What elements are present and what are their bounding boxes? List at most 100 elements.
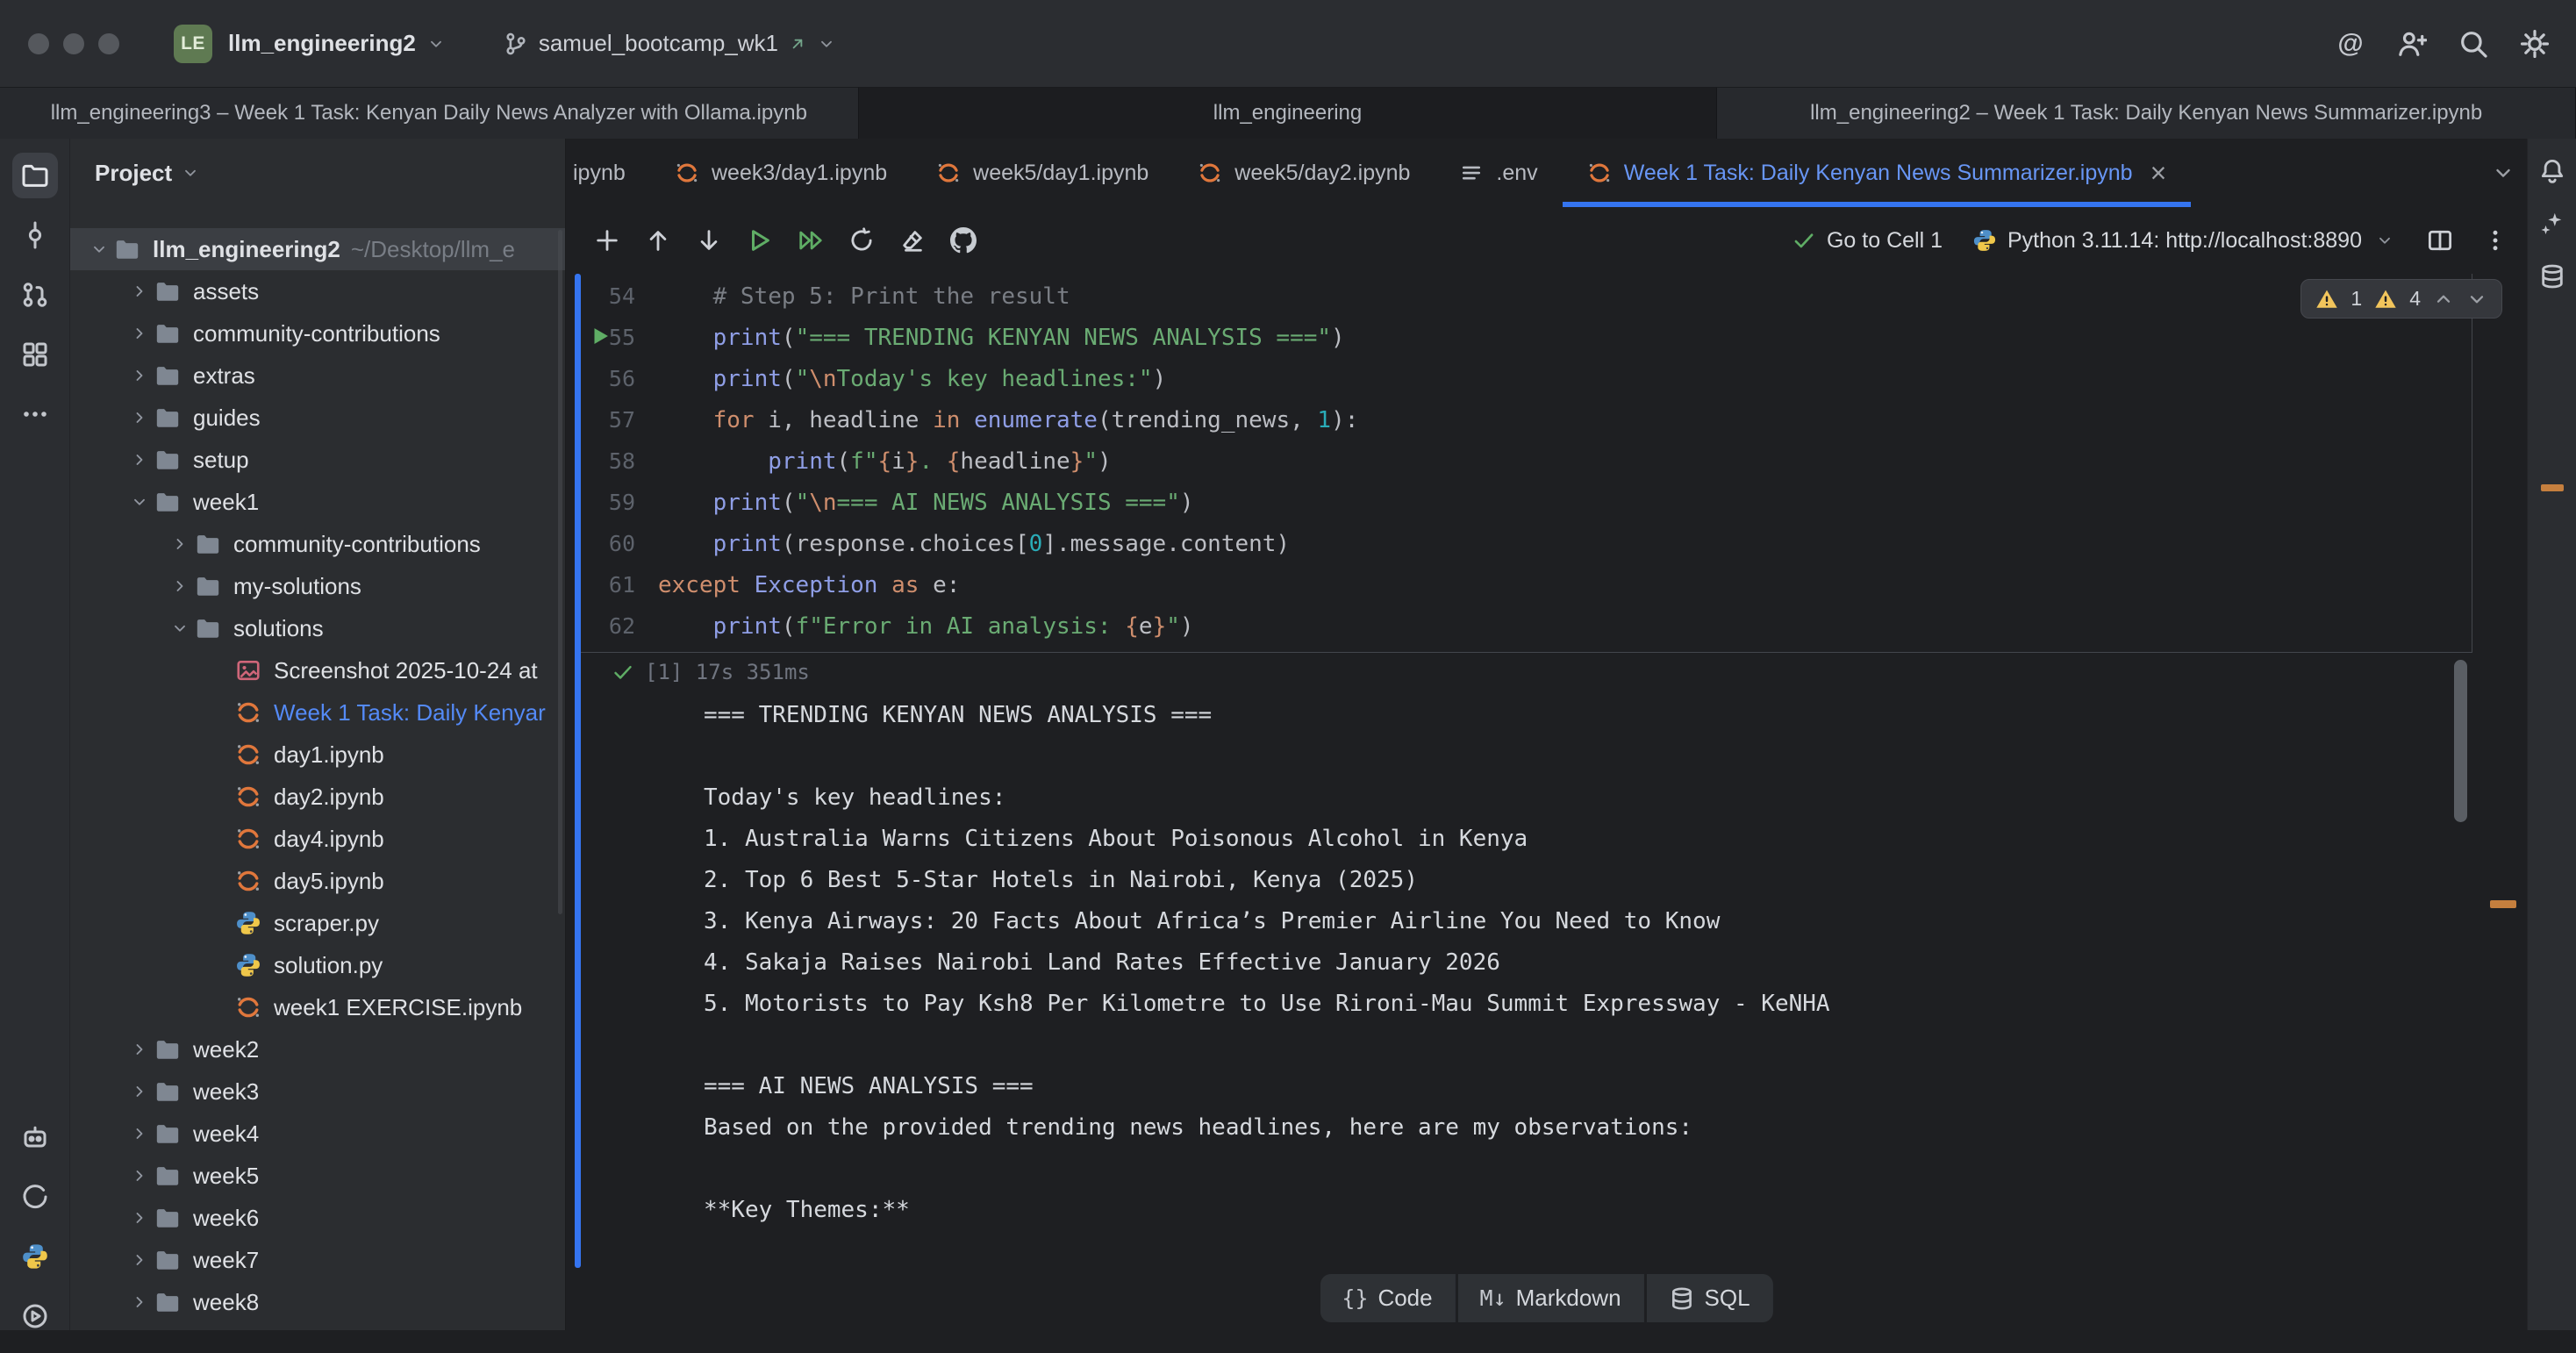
chevron-collapsed-icon[interactable]	[165, 534, 195, 554]
cell-type-sql-button[interactable]: SQL	[1647, 1274, 1773, 1322]
chevron-collapsed-icon[interactable]	[125, 408, 154, 427]
zoom-window-button[interactable]	[98, 33, 119, 54]
tab-list-chevron-icon[interactable]	[2492, 161, 2515, 184]
tree-item[interactable]: guides	[70, 397, 565, 439]
code-cell-editor[interactable]: 54 # Step 5: Print the result 55 print("…	[581, 276, 2471, 647]
project-panel-header[interactable]: Project	[70, 139, 565, 207]
tree-item[interactable]: week1	[70, 481, 565, 523]
interpreter-selector[interactable]: Python 3.11.14: http://localhost:8890	[1972, 228, 2397, 254]
window-tab[interactable]: llm_engineering	[859, 88, 1718, 139]
move-cell-up-button[interactable]	[636, 218, 680, 262]
tool-stripe-more-tools[interactable]	[12, 391, 58, 437]
tool-stripe-commit[interactable]	[12, 212, 58, 258]
more-options-icon[interactable]	[2483, 228, 2508, 253]
code-line[interactable]: 59 print("\n=== AI NEWS ANALYSIS ===")	[581, 482, 2471, 523]
tree-item[interactable]: day2.ipynb	[70, 776, 565, 818]
chevron-collapsed-icon[interactable]	[125, 1166, 154, 1185]
tree-item[interactable]: week8	[70, 1281, 565, 1323]
settings-gear-icon[interactable]	[2520, 29, 2550, 59]
editor-tab[interactable]: .env	[1435, 139, 1562, 207]
github-button[interactable]	[941, 218, 985, 262]
window-tab[interactable]: llm_engineering3 – Week 1 Task: Kenyan D…	[0, 88, 859, 139]
tool-stripe-learn[interactable]	[12, 1174, 58, 1220]
tree-item[interactable]: week7	[70, 1239, 565, 1281]
tool-stripe-services[interactable]	[12, 1293, 58, 1339]
tree-item[interactable]: solutions	[70, 607, 565, 649]
project-tree-scrollbar[interactable]	[558, 230, 562, 914]
chevron-collapsed-icon[interactable]	[125, 366, 154, 385]
tree-item[interactable]: week6	[70, 1197, 565, 1239]
chevron-collapsed-icon[interactable]	[125, 1250, 154, 1270]
chevron-expanded-icon[interactable]	[84, 240, 114, 259]
chevron-collapsed-icon[interactable]	[125, 282, 154, 301]
chevron-collapsed-icon[interactable]	[165, 576, 195, 596]
editor-tab[interactable]: week5/day2.ipynb	[1173, 139, 1435, 207]
chevron-collapsed-icon[interactable]	[125, 324, 154, 343]
tool-stripe-database[interactable]	[2532, 256, 2572, 297]
project-switcher[interactable]: llm_engineering2	[228, 30, 446, 57]
run-cell-button[interactable]	[738, 218, 782, 262]
tree-item[interactable]: week1 EXERCISE.ipynb	[70, 986, 565, 1028]
code-line[interactable]: 61 except Exception as e:	[581, 564, 2471, 605]
tree-item[interactable]: assets	[70, 270, 565, 312]
split-editor-icon[interactable]	[2427, 227, 2453, 254]
code-line[interactable]: 54 # Step 5: Print the result	[581, 276, 2471, 317]
tree-item[interactable]: week5	[70, 1155, 565, 1197]
editor-tab[interactable]: ipynb	[566, 139, 650, 207]
editor-tab[interactable]: Week 1 Task: Daily Kenyan News Summarize…	[1563, 139, 2192, 207]
cell-type-code-button[interactable]: {}Code	[1320, 1274, 1455, 1322]
chevron-collapsed-icon[interactable]	[125, 1040, 154, 1059]
code-line[interactable]: 55 print("=== TRENDING KENYAN NEWS ANALY…	[581, 317, 2471, 358]
close-window-button[interactable]	[28, 33, 49, 54]
chevron-collapsed-icon[interactable]	[125, 450, 154, 469]
tool-stripe-ai-assistant[interactable]	[12, 1114, 58, 1160]
tree-item[interactable]	[70, 1323, 565, 1330]
tree-item[interactable]: week3	[70, 1070, 565, 1113]
editor-tab[interactable]: week3/day1.ipynb	[650, 139, 912, 207]
run-all-cells-button[interactable]	[789, 218, 833, 262]
tree-item[interactable]: day5.ipynb	[70, 860, 565, 902]
tree-item[interactable]: my-solutions	[70, 565, 565, 607]
next-problem-icon[interactable]	[2466, 289, 2487, 310]
mention-icon[interactable]: @	[2336, 29, 2365, 59]
tree-item[interactable]: day1.ipynb	[70, 734, 565, 776]
tree-item[interactable]: solution.py	[70, 944, 565, 986]
code-line[interactable]: 58 print(f"{i}. {headline}")	[581, 440, 2471, 482]
code-line[interactable]: 56 print("\nToday's key headlines:")	[581, 358, 2471, 399]
tree-item[interactable]: community-contributions	[70, 523, 565, 565]
tool-stripe-ai-chat[interactable]	[2532, 204, 2572, 244]
tool-stripe-python-packages[interactable]	[12, 1234, 58, 1279]
code-line[interactable]: 60 print(response.choices[0].message.con…	[581, 523, 2471, 564]
inspections-widget[interactable]: 1 4	[2301, 279, 2502, 319]
previous-problem-icon[interactable]	[2433, 289, 2454, 310]
close-tab-icon[interactable]: ×	[2150, 159, 2167, 187]
chevron-collapsed-icon[interactable]	[125, 1208, 154, 1228]
restart-kernel-button[interactable]	[840, 218, 884, 262]
code-line[interactable]: 62 print(f"Error in AI analysis: {e}")	[581, 605, 2471, 647]
tree-item[interactable]: week2	[70, 1028, 565, 1070]
run-cell-gutter-icon[interactable]	[589, 325, 612, 347]
tool-stripe-structure[interactable]	[12, 332, 58, 377]
chevron-collapsed-icon[interactable]	[125, 1124, 154, 1143]
tool-stripe-pull-requests[interactable]	[12, 272, 58, 318]
chevron-expanded-icon[interactable]	[125, 492, 154, 512]
add-user-icon[interactable]	[2397, 29, 2427, 59]
window-tab[interactable]: llm_engineering2 – Week 1 Task: Daily Ke…	[1717, 88, 2576, 139]
output-scrollbar[interactable]	[2454, 660, 2467, 822]
chevron-collapsed-icon[interactable]	[125, 1082, 154, 1101]
clear-outputs-button[interactable]	[891, 218, 934, 262]
tree-item[interactable]: week4	[70, 1113, 565, 1155]
cell-type-markdown-button[interactable]: M↓Markdown	[1458, 1274, 1644, 1322]
chevron-expanded-icon[interactable]	[165, 619, 195, 638]
tree-item[interactable]: extras	[70, 354, 565, 397]
editor-tab[interactable]: week5/day1.ipynb	[912, 139, 1173, 207]
tree-item[interactable]: day4.ipynb	[70, 818, 565, 860]
tool-stripe-notifications[interactable]	[2532, 151, 2572, 191]
minimize-window-button[interactable]	[63, 33, 84, 54]
branch-switcher[interactable]: samuel_bootcamp_wk1	[504, 30, 836, 57]
goto-cell-button[interactable]: Go to Cell 1	[1792, 228, 1943, 254]
tree-item[interactable]: Screenshot 2025-10-24 at	[70, 649, 565, 691]
tool-stripe-project[interactable]	[12, 153, 58, 198]
code-line[interactable]: 57 for i, headline in enumerate(trending…	[581, 399, 2471, 440]
move-cell-down-button[interactable]	[687, 218, 731, 262]
